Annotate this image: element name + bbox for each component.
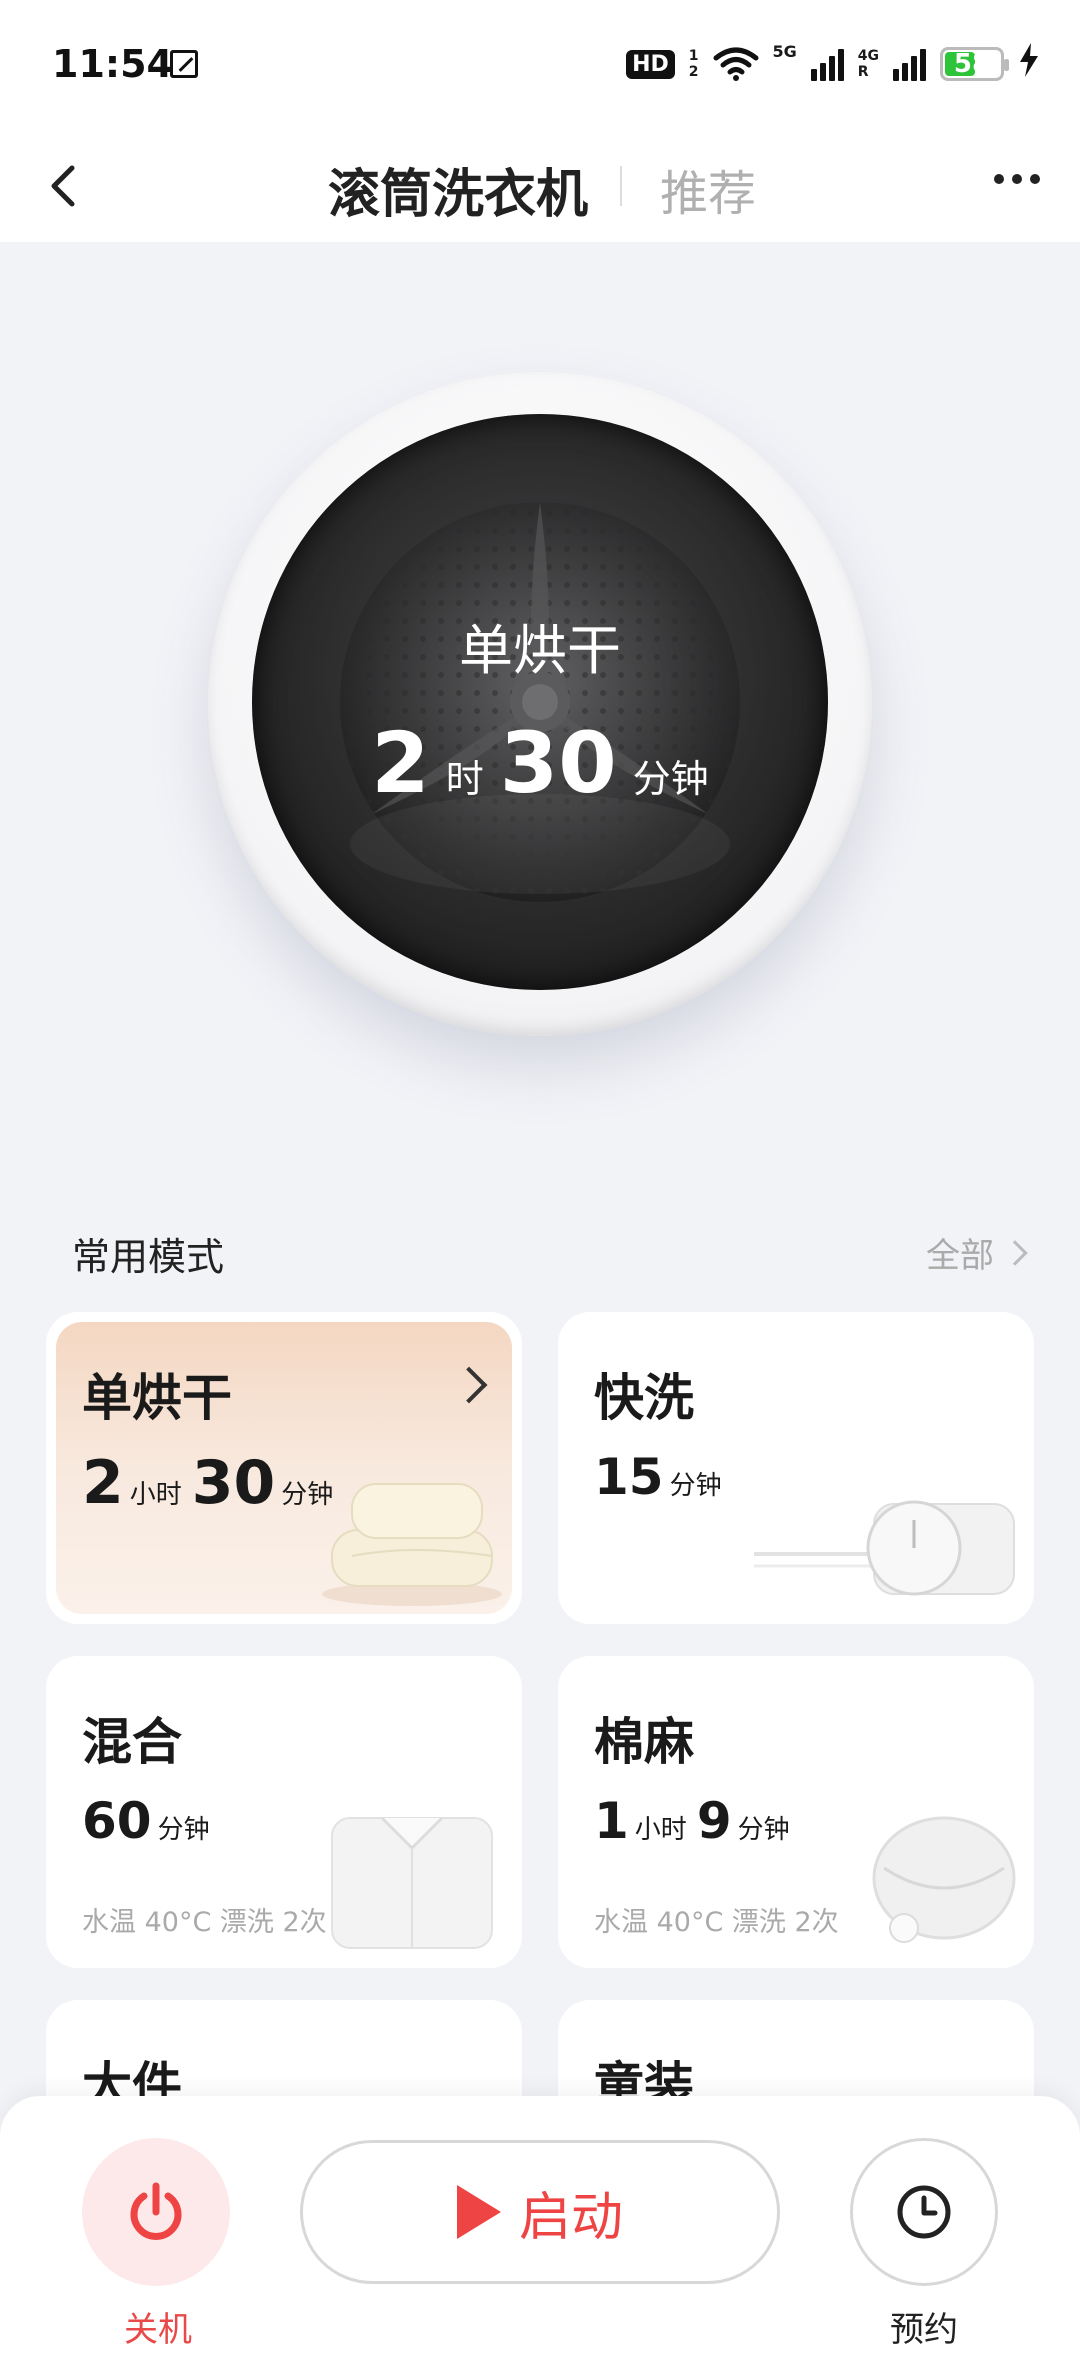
view-all-link[interactable]: 全部 xyxy=(926,1228,1028,1277)
sim-slot-1: 1 xyxy=(688,48,699,64)
status-bar: 11:54 HD 1 2 5G 4G R 58 xyxy=(0,0,1080,130)
drum-illustration xyxy=(340,502,740,902)
chevron-right-icon xyxy=(1002,1239,1028,1266)
mode-card-subtitle: 水温 40°C 漂洗 2次 xyxy=(594,1907,839,1938)
duration-minutes: 15 xyxy=(594,1448,664,1506)
screenshot-notification-icon xyxy=(170,50,198,78)
drum-display: 单烘干 2 时 30 分钟 xyxy=(208,372,872,1036)
more-icon[interactable] xyxy=(994,174,1040,184)
duration-minutes: 60 xyxy=(82,1792,152,1850)
mode-card-mixed[interactable]: 混合 60 分钟 水温 40°C 漂洗 2次 xyxy=(46,1656,522,1968)
charging-icon xyxy=(1018,43,1040,85)
folded-towels-image xyxy=(322,1483,502,1606)
battery-level: 58 xyxy=(953,49,991,79)
mode-card-duration: 15 分钟 xyxy=(594,1448,726,1506)
status-time: 11:54 xyxy=(52,42,173,86)
mode-card-subtitle: 水温 40°C 漂洗 2次 xyxy=(82,1907,327,1938)
signal-icon-2 xyxy=(893,47,926,81)
duration-minutes-unit: 分钟 xyxy=(737,1815,790,1845)
play-icon xyxy=(456,2185,501,2239)
schedule-button[interactable] xyxy=(850,2138,998,2286)
hd-voice-icon: HD xyxy=(626,49,675,79)
network-4g-stack: 4G R xyxy=(858,48,879,80)
duration-minutes-unit: 分钟 xyxy=(669,1471,722,1501)
page-title[interactable]: 滚筒洗衣机 xyxy=(328,152,588,227)
network-4g-label: 4G xyxy=(857,48,879,64)
current-mode: 单烘干 xyxy=(459,619,621,682)
signal-icon xyxy=(810,47,844,81)
view-all-label: 全部 xyxy=(926,1236,994,1276)
sim-slots: 1 2 xyxy=(689,48,699,80)
back-icon[interactable] xyxy=(46,164,86,208)
current-duration: 2 时 30 分钟 xyxy=(252,714,828,812)
duration-minutes-unit: 分钟 xyxy=(157,1815,210,1845)
bottom-action-bar: 关机 启动 预约 xyxy=(0,2096,1080,2376)
power-button[interactable] xyxy=(82,2138,230,2286)
section-title: 常用模式 xyxy=(72,1235,225,1279)
mode-card-dry[interactable]: 单烘干 2 小时 30 分钟 xyxy=(46,1312,522,1624)
duration-hours: 1 xyxy=(594,1792,629,1850)
drum-window: 单烘干 2 时 30 分钟 xyxy=(252,414,828,990)
wifi-icon xyxy=(713,47,758,81)
duration-hours: 2 xyxy=(371,714,430,812)
mode-card-title: 单烘干 xyxy=(82,1369,232,1427)
shirt-clock-image xyxy=(754,1500,1015,1596)
battery-icon: 58 xyxy=(940,47,1009,81)
header-divider xyxy=(620,166,622,206)
mode-card-title: 快洗 xyxy=(594,1369,694,1427)
mode-card-title: 混合 xyxy=(82,1713,182,1771)
scarf-image xyxy=(872,1816,1016,1943)
tab-recommend[interactable]: 推荐 xyxy=(660,154,756,224)
sim-slot-2: 2 xyxy=(688,64,699,80)
duration-hours: 2 xyxy=(82,1448,124,1518)
status-icons: HD 1 2 5G 4G R 58 xyxy=(626,42,1040,86)
power-icon xyxy=(130,2182,182,2240)
duration-hours-unit: 时 xyxy=(445,757,484,801)
duration-minutes: 30 xyxy=(191,1448,276,1518)
mode-card-duration: 1 小时 9 分钟 xyxy=(594,1792,794,1850)
duration-minutes-unit: 分钟 xyxy=(632,757,709,801)
schedule-label[interactable]: 预约 xyxy=(890,2302,958,2351)
mode-card-title: 棉麻 xyxy=(594,1713,694,1771)
network-5g-label: 5G xyxy=(772,42,797,61)
duration-minutes: 9 xyxy=(696,1792,732,1850)
clock-icon xyxy=(897,2185,951,2239)
roaming-label: R xyxy=(857,64,869,80)
power-label[interactable]: 关机 xyxy=(124,2302,192,2351)
duration-hours-unit: 小时 xyxy=(129,1480,182,1510)
mode-card-duration: 60 分钟 xyxy=(82,1792,214,1850)
start-label: 启动 xyxy=(518,2187,623,2248)
mode-card-cotton-linen[interactable]: 棉麻 1 小时 9 分钟 水温 40°C 漂洗 2次 xyxy=(558,1656,1034,1968)
duration-minutes: 30 xyxy=(499,714,617,812)
top-nav: 滚筒洗衣机 推荐 xyxy=(0,130,1080,242)
duration-hours-unit: 小时 xyxy=(634,1815,687,1845)
start-button[interactable]: 启动 xyxy=(300,2140,780,2284)
mode-card-quick-wash[interactable]: 快洗 15 分钟 xyxy=(558,1312,1034,1624)
